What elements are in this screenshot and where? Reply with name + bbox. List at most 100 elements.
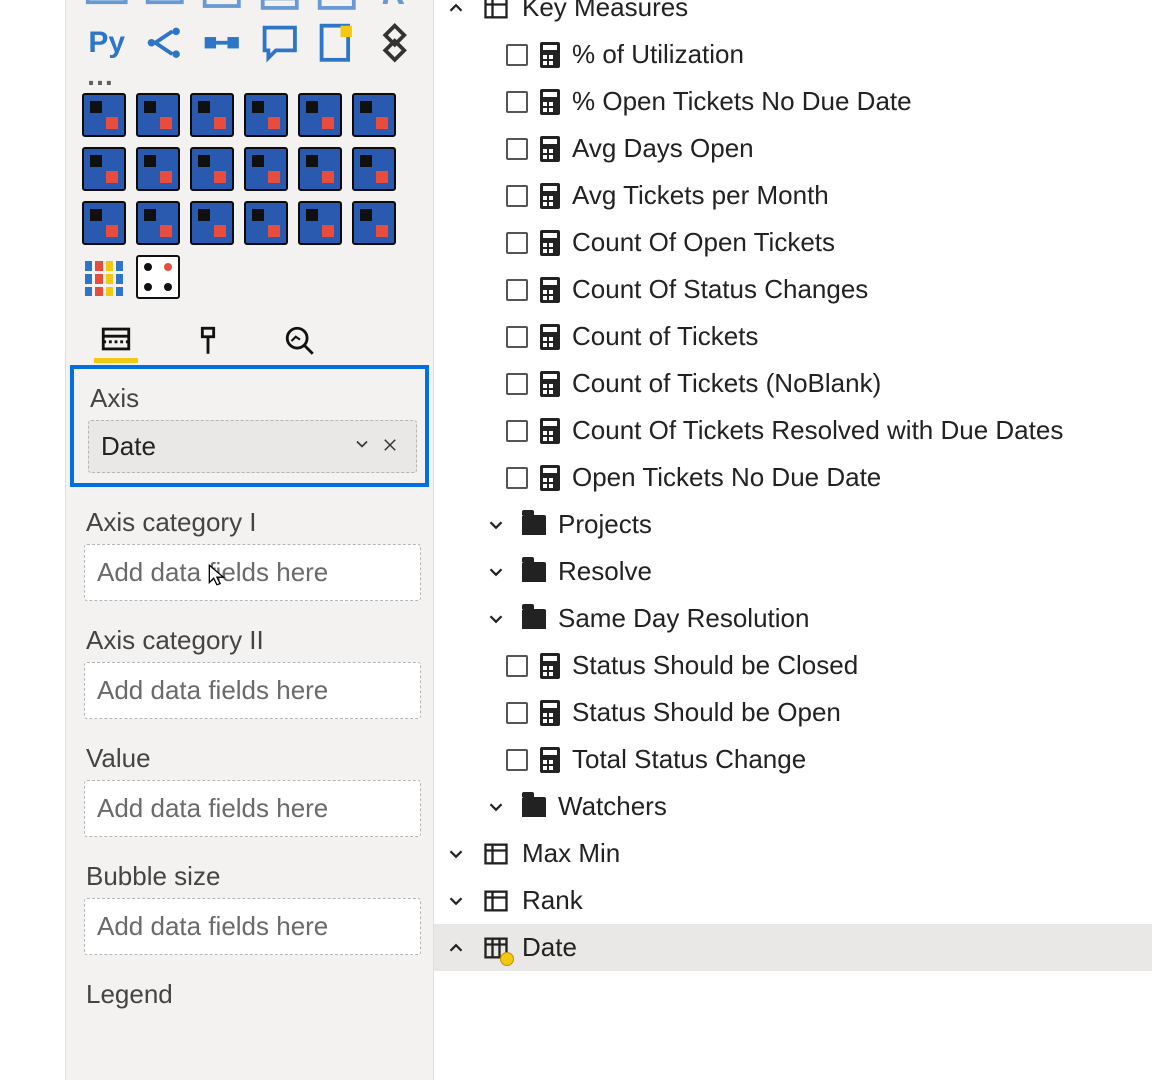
folder-icon [522, 797, 546, 817]
custom-viz-tile[interactable] [352, 201, 396, 245]
viz-icon-row-top-crop: R [66, 0, 433, 20]
custom-viz-tile[interactable] [82, 93, 126, 137]
table-key-measures[interactable]: Key Measures [434, 0, 1152, 31]
table-date[interactable]: Date [434, 924, 1152, 971]
custom-viz-tile[interactable] [82, 255, 126, 299]
left-rail [0, 0, 66, 1080]
field-checkbox[interactable] [506, 420, 528, 442]
folder-label: Resolve [558, 556, 652, 587]
visualizations-pane: R Py … [66, 0, 434, 1080]
custom-viz-tile[interactable] [82, 147, 126, 191]
field-table[interactable]: Max Min [434, 830, 1152, 877]
field-measure[interactable]: % of Utilization [434, 31, 1152, 78]
custom-viz-tile[interactable] [190, 147, 234, 191]
custom-viz-tile[interactable] [190, 201, 234, 245]
axis-cat1-dropzone[interactable]: Add data fields here [84, 544, 421, 601]
format-tab-icon[interactable] [186, 319, 230, 363]
viz-type-icon[interactable] [142, 0, 188, 16]
viz-type-icon[interactable] [199, 0, 245, 16]
field-measure[interactable]: Open Tickets No Due Date [434, 454, 1152, 501]
axis-label: Axis [88, 375, 417, 420]
field-measure[interactable]: Count Of Status Changes [434, 266, 1152, 313]
viz-getmore-icon[interactable] [372, 20, 418, 66]
chevron-down-icon[interactable] [442, 890, 470, 912]
field-measure[interactable]: % Open Tickets No Due Date [434, 78, 1152, 125]
custom-viz-tile[interactable] [136, 201, 180, 245]
field-table[interactable]: Rank [434, 877, 1152, 924]
measure-icon [540, 747, 560, 773]
axis-field-chip[interactable]: Date [88, 420, 417, 473]
custom-viz-tile[interactable] [298, 93, 342, 137]
chevron-down-icon[interactable] [482, 608, 510, 630]
field-checkbox[interactable] [506, 749, 528, 771]
table-label: Key Measures [522, 0, 688, 23]
chevron-down-icon[interactable] [442, 843, 470, 865]
viz-type-icon[interactable] [84, 0, 130, 16]
viz-type-icon[interactable] [314, 0, 360, 16]
viz-paginated-icon[interactable] [314, 20, 360, 66]
table-icon [482, 887, 510, 915]
field-folder[interactable]: Resolve [434, 548, 1152, 595]
axis-cat2-dropzone[interactable]: Add data fields here [84, 662, 421, 719]
field-label: Count of Tickets (NoBlank) [572, 368, 881, 399]
field-measure[interactable]: Avg Days Open [434, 125, 1152, 172]
field-measure[interactable]: Total Status Change [434, 736, 1152, 783]
field-checkbox[interactable] [506, 44, 528, 66]
field-checkbox[interactable] [506, 91, 528, 113]
field-checkbox[interactable] [506, 373, 528, 395]
custom-viz-tile[interactable] [298, 201, 342, 245]
field-checkbox[interactable] [506, 702, 528, 724]
custom-viz-tile[interactable] [244, 93, 288, 137]
viz-type-icon[interactable] [257, 0, 303, 16]
field-measure[interactable]: Status Should be Closed [434, 642, 1152, 689]
field-measure[interactable]: Count of Tickets [434, 313, 1152, 360]
field-checkbox[interactable] [506, 185, 528, 207]
field-measure[interactable]: Count Of Tickets Resolved with Due Dates [434, 407, 1152, 454]
fields-tab-icon[interactable] [94, 319, 138, 363]
field-label: Avg Days Open [572, 133, 754, 164]
custom-viz-tile[interactable] [136, 147, 180, 191]
custom-viz-tile[interactable] [298, 147, 342, 191]
field-folder[interactable]: Watchers [434, 783, 1152, 830]
field-measure[interactable]: Count Of Open Tickets [434, 219, 1152, 266]
field-checkbox[interactable] [506, 467, 528, 489]
viz-keyinfluencer-icon[interactable] [199, 20, 245, 66]
viz-r-icon[interactable]: R [372, 0, 418, 16]
chevron-down-icon[interactable] [482, 561, 510, 583]
field-folder[interactable]: Same Day Resolution [434, 595, 1152, 642]
bubble-dropzone[interactable]: Add data fields here [84, 898, 421, 955]
custom-viz-tile[interactable] [136, 93, 180, 137]
viz-qa-icon[interactable] [257, 20, 303, 66]
field-measure[interactable]: Avg Tickets per Month [434, 172, 1152, 219]
chevron-up-icon[interactable] [442, 0, 470, 19]
chevron-down-icon[interactable] [482, 514, 510, 536]
chevron-up-icon[interactable] [442, 937, 470, 959]
field-checkbox[interactable] [506, 138, 528, 160]
viz-more-icon[interactable]: … [66, 70, 433, 89]
custom-viz-tile[interactable] [352, 93, 396, 137]
viz-decomposition-icon[interactable] [142, 20, 188, 66]
table-icon [482, 0, 510, 22]
analytics-tab-icon[interactable] [278, 319, 322, 363]
field-checkbox[interactable] [506, 326, 528, 348]
field-measure[interactable]: Count of Tickets (NoBlank) [434, 360, 1152, 407]
custom-viz-tile[interactable] [244, 201, 288, 245]
measure-icon [540, 324, 560, 350]
chevron-down-icon[interactable] [348, 433, 376, 461]
remove-field-icon[interactable] [376, 433, 404, 461]
custom-viz-tile[interactable] [82, 201, 126, 245]
field-folder[interactable]: Projects [434, 501, 1152, 548]
field-checkbox[interactable] [506, 279, 528, 301]
custom-viz-tile[interactable] [136, 255, 180, 299]
field-label: Count Of Open Tickets [572, 227, 835, 258]
field-checkbox[interactable] [506, 232, 528, 254]
field-label: Avg Tickets per Month [572, 180, 829, 211]
field-checkbox[interactable] [506, 655, 528, 677]
value-dropzone[interactable]: Add data fields here [84, 780, 421, 837]
custom-viz-tile[interactable] [244, 147, 288, 191]
measure-icon [540, 371, 560, 397]
custom-viz-tile[interactable] [352, 147, 396, 191]
field-measure[interactable]: Status Should be Open [434, 689, 1152, 736]
chevron-down-icon[interactable] [482, 796, 510, 818]
custom-viz-tile[interactable] [190, 93, 234, 137]
